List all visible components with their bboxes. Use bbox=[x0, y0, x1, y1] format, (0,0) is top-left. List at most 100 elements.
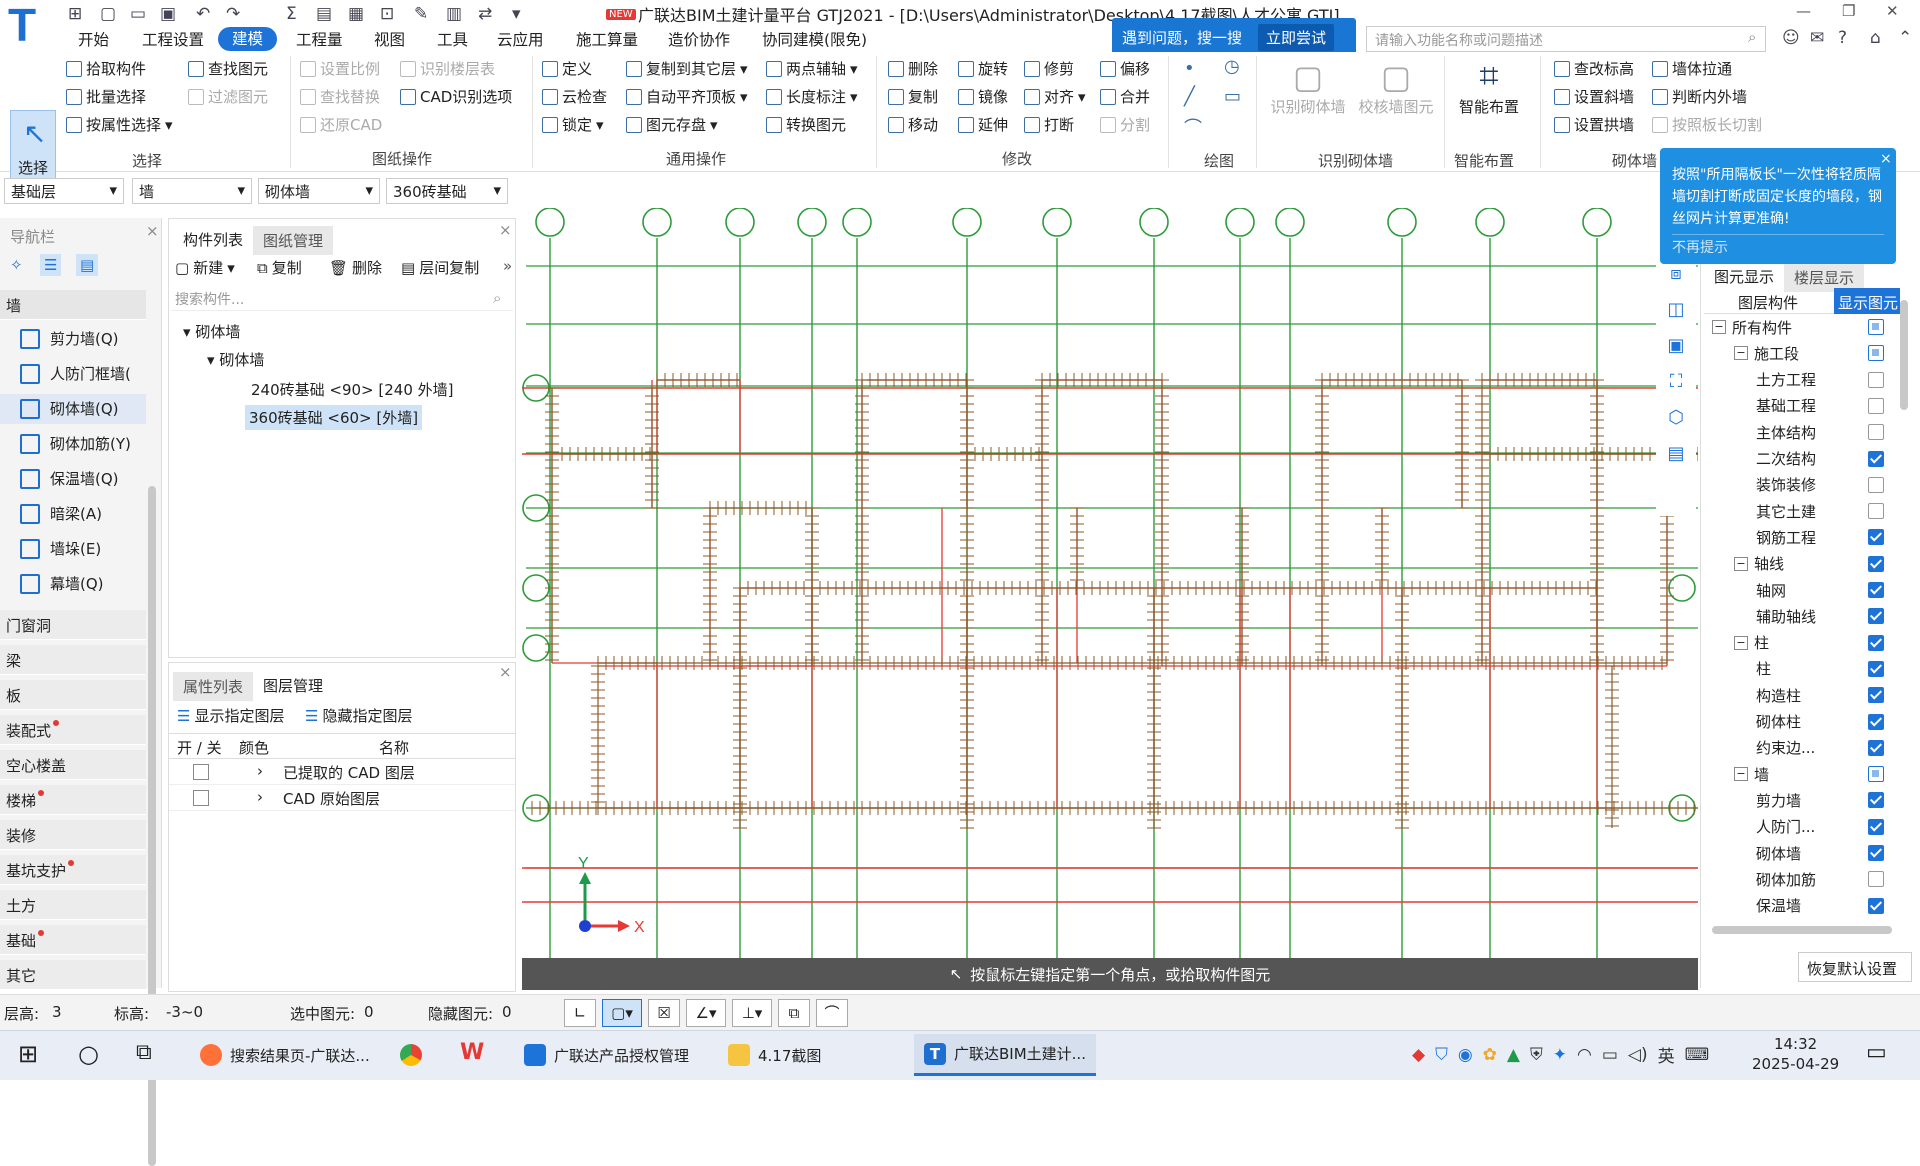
layer-props-icon[interactable]: ▤ bbox=[1656, 436, 1696, 472]
solid-cube-icon[interactable]: ▣ bbox=[1656, 328, 1696, 364]
undo-icon[interactable]: ↶ bbox=[196, 4, 210, 24]
find-replace-button[interactable]: 查找替换 bbox=[300, 86, 380, 107]
shield-icon[interactable]: ⛉ bbox=[1435, 1045, 1448, 1065]
arch-wall-button[interactable]: 设置拱墙 bbox=[1554, 114, 1634, 135]
nav-category-slab[interactable]: 板 bbox=[0, 680, 146, 710]
tab-drawing-manage[interactable]: 图纸管理 bbox=[253, 226, 334, 255]
new-file-icon[interactable]: ▢ bbox=[100, 4, 116, 24]
app-tray-icon[interactable]: ✿ bbox=[1483, 1045, 1497, 1065]
component-search-input[interactable]: 搜索构件... bbox=[171, 285, 513, 311]
nav-item-pier[interactable]: 墙垛(E) bbox=[20, 538, 101, 559]
menu-quantity[interactable]: 工程量 bbox=[296, 28, 343, 52]
close-icon[interactable]: × bbox=[1880, 148, 1892, 170]
show-element-checkbox[interactable] bbox=[1868, 319, 1884, 335]
show-element-checkbox[interactable] bbox=[1868, 739, 1884, 756]
nav-item-masonry-wall[interactable]: 砌体墙(Q) bbox=[20, 398, 119, 419]
copy-to-floor-button[interactable]: 复制到其它层 ▾ bbox=[626, 58, 748, 79]
nav-category-stairs[interactable]: 楼梯 bbox=[0, 785, 146, 815]
edge-icon[interactable]: ◉ bbox=[1458, 1045, 1473, 1065]
clock[interactable]: 14:32 2025-04-29 bbox=[1752, 1034, 1839, 1074]
recognize-wall-button[interactable]: ▢ 识别砌体墙 bbox=[1268, 58, 1348, 117]
app-logo[interactable]: T bbox=[8, 2, 52, 48]
close-icon[interactable]: × bbox=[499, 221, 512, 239]
cad-options-button[interactable]: CAD识别选项 bbox=[400, 86, 512, 107]
smart-layout-button[interactable]: ⌗ 智能布置 bbox=[1454, 56, 1524, 117]
menu-modeling[interactable]: 建模 bbox=[218, 27, 278, 51]
check-wall-button[interactable]: ▢ 校核墙图元 bbox=[1356, 58, 1436, 117]
search-icon[interactable]: ⌕ bbox=[1748, 28, 1756, 46]
show-element-checkbox[interactable] bbox=[1868, 555, 1884, 572]
menu-tools[interactable]: 工具 bbox=[437, 28, 468, 52]
category-combo[interactable]: 墙 ▾ bbox=[132, 178, 252, 204]
search-circle-icon[interactable]: ○ bbox=[78, 1040, 99, 1068]
ortho-icon[interactable]: ∟ bbox=[564, 999, 596, 1027]
notification-icon[interactable]: ▭ bbox=[1866, 1040, 1887, 1065]
wps-icon[interactable]: W bbox=[460, 1040, 484, 1065]
menu-project-settings[interactable]: 工程设置 bbox=[142, 28, 204, 52]
menu-cost[interactable]: 造价协作 bbox=[668, 28, 730, 52]
angle-icon[interactable]: ∠▾ bbox=[686, 999, 726, 1027]
curve-icon[interactable]: ⌒ bbox=[816, 999, 848, 1027]
taskbar-license[interactable]: 广联达产品授权管理 bbox=[514, 1034, 699, 1076]
nav-item-insulation[interactable]: 保温墙(Q) bbox=[20, 468, 119, 489]
drawing-canvas[interactable]: XY bbox=[522, 207, 1699, 993]
taskbar-folder[interactable]: 4.17截图 bbox=[718, 1034, 831, 1076]
nav-category-openings[interactable]: 门窗洞 bbox=[0, 610, 146, 640]
show-element-checkbox[interactable] bbox=[1868, 818, 1884, 835]
pin-icon[interactable]: ✧ bbox=[10, 256, 23, 274]
taskbar-gtj[interactable]: T 广联达BIM土建计... bbox=[914, 1034, 1096, 1076]
show-element-checkbox[interactable] bbox=[1868, 687, 1884, 704]
arc-draw-icon[interactable]: ⌒ bbox=[1184, 114, 1202, 140]
convert-element-button[interactable]: 转换图元 bbox=[766, 114, 846, 135]
tab-layer-manage[interactable]: 图层管理 bbox=[253, 671, 334, 702]
isometric-icon[interactable]: ⬡ bbox=[1656, 400, 1696, 436]
show-element-checkbox[interactable] bbox=[1868, 845, 1884, 861]
user-icon[interactable]: ☺ bbox=[1782, 28, 1800, 48]
show-element-checkbox[interactable] bbox=[1868, 529, 1884, 546]
list-view-icon[interactable]: ☰ bbox=[40, 254, 62, 276]
filter-element-button[interactable]: 过滤图元 bbox=[188, 86, 268, 107]
set-scale-button[interactable]: 设置比例 bbox=[300, 58, 380, 79]
show-element-checkbox[interactable] bbox=[1868, 792, 1884, 809]
nav-item-shear-wall[interactable]: 剪力墙(Q) bbox=[20, 328, 119, 349]
battery-icon[interactable]: ▭ bbox=[1602, 1045, 1618, 1065]
rect-draw-icon[interactable]: ▭ bbox=[1224, 86, 1241, 107]
cube-view-icon[interactable]: ◫ bbox=[1656, 292, 1696, 328]
task-view-icon[interactable]: ⧉ bbox=[136, 1040, 152, 1065]
menu-collab[interactable]: 协同建模(限免) bbox=[762, 28, 867, 52]
line-draw-icon[interactable]: ╱ bbox=[1184, 86, 1195, 107]
nav-item-masonry-rebar[interactable]: 砌体加筋(Y) bbox=[20, 433, 131, 454]
restore-cad-button[interactable]: 还原CAD bbox=[300, 114, 382, 135]
taskbar-firefox[interactable]: 搜索结果页-广联达... bbox=[190, 1034, 380, 1076]
cloud-check-button[interactable]: 云检查 bbox=[542, 86, 607, 107]
collapse-icon[interactable]: − bbox=[1734, 556, 1748, 571]
menu-construction[interactable]: 施工算量 bbox=[576, 28, 638, 52]
tree-node[interactable]: ▾ 砌体墙 bbox=[207, 349, 264, 370]
pick-component-button[interactable]: 拾取构件 bbox=[66, 58, 146, 79]
collapse-icon[interactable]: − bbox=[1712, 320, 1726, 334]
save-icon[interactable]: ▣ bbox=[160, 4, 176, 24]
close-icon[interactable]: ✕ bbox=[1886, 2, 1899, 20]
more-quick-icon[interactable]: ▾ bbox=[512, 4, 521, 24]
reset-default-button[interactable]: 恢复默认设置 bbox=[1798, 952, 1912, 982]
show-element-checkbox[interactable] bbox=[1868, 582, 1884, 598]
display-scrollbar[interactable] bbox=[1900, 300, 1908, 410]
nav-item-curtain[interactable]: 幕墙(Q) bbox=[20, 573, 104, 594]
wifi-icon[interactable]: ◠ bbox=[1577, 1045, 1592, 1065]
show-element-checkbox[interactable] bbox=[1868, 371, 1884, 388]
tray-a-icon[interactable]: ▲ bbox=[1507, 1045, 1520, 1065]
new-component-button[interactable]: ▢ 新建 ▾ bbox=[175, 257, 235, 278]
cross-snap-icon[interactable]: ☒ bbox=[648, 999, 680, 1027]
dont-show-again-link[interactable]: 不再提示 bbox=[1672, 234, 1884, 259]
floor-plan-svg[interactable]: XY bbox=[522, 207, 1699, 993]
component-item-240[interactable]: 240砖基础 <90> [240 外墙] bbox=[247, 377, 458, 402]
component-item-360[interactable]: 360砖基础 <60> [外墙] bbox=[245, 405, 423, 430]
dimension-icon[interactable]: ⊥▾ bbox=[732, 999, 772, 1027]
nav-category-pit-support[interactable]: 基坑支护 bbox=[0, 855, 146, 885]
nav-category-other[interactable]: 其它 bbox=[0, 960, 146, 990]
slant-wall-button[interactable]: 设置斜墙 bbox=[1554, 86, 1634, 107]
clock-draw-icon[interactable]: ◷ bbox=[1224, 56, 1240, 77]
report-icon[interactable]: ▤ bbox=[316, 4, 332, 24]
lock-button[interactable]: 锁定 ▾ bbox=[542, 114, 604, 135]
feature-search-input[interactable]: 请输入功能名称或问题描述 bbox=[1366, 26, 1766, 52]
